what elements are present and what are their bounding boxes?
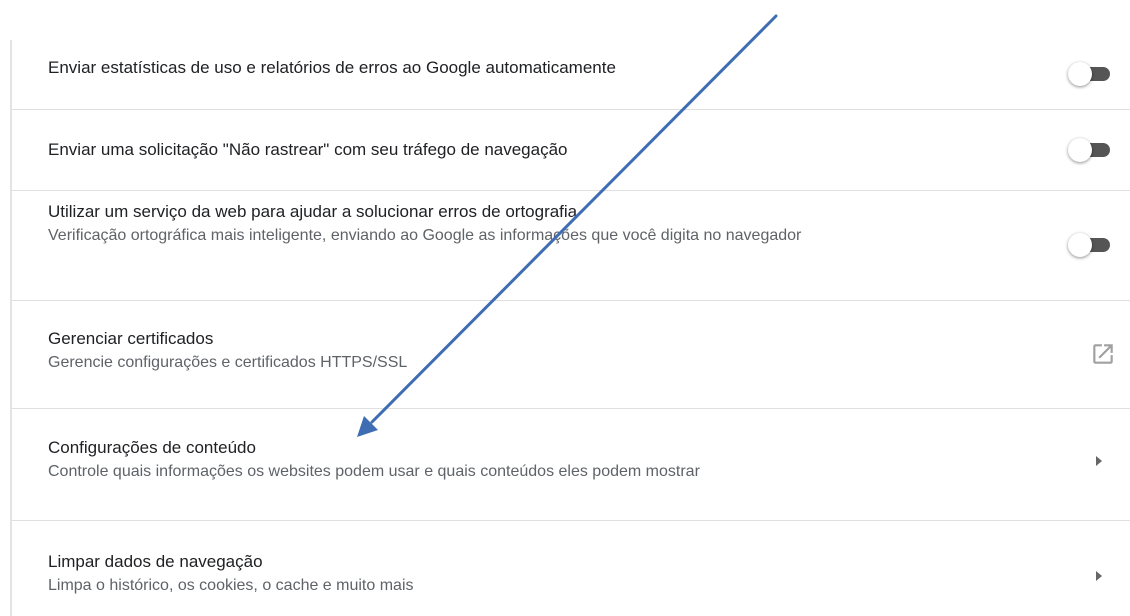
setting-row-usage-statistics[interactable]: Enviar estatísticas de uso e relatórios … xyxy=(12,40,1130,110)
setting-description: Verificação ortográfica mais inteligente… xyxy=(48,227,802,244)
setting-text: Enviar uma solicitação "Não rastrear" co… xyxy=(48,139,978,161)
setting-row-manage-certificates[interactable]: Gerenciar certificados Gerencie configur… xyxy=(12,301,1130,409)
setting-title: Enviar uma solicitação "Não rastrear" co… xyxy=(48,140,568,159)
setting-title: Enviar estatísticas de uso e relatórios … xyxy=(48,58,616,77)
setting-description: Gerencie configurações e certificados HT… xyxy=(48,354,408,371)
setting-title: Configurações de conteúdo xyxy=(48,438,256,457)
arrow-right-icon[interactable] xyxy=(1094,455,1104,467)
privacy-settings-list: Enviar estatísticas de uso e relatórios … xyxy=(12,40,1130,616)
setting-row-do-not-track[interactable]: Enviar uma solicitação "Não rastrear" co… xyxy=(12,110,1130,191)
toggle-knob xyxy=(1068,233,1092,257)
setting-title: Limpar dados de navegação xyxy=(48,552,263,571)
spell-check-toggle[interactable] xyxy=(1068,233,1112,257)
setting-text: Limpar dados de navegação Limpa o histór… xyxy=(48,551,978,599)
toggle-knob xyxy=(1068,138,1092,162)
setting-row-content-settings[interactable]: Configurações de conteúdo Controle quais… xyxy=(12,409,1130,521)
setting-title: Gerenciar certificados xyxy=(48,329,214,348)
launch-icon[interactable] xyxy=(1090,341,1116,367)
setting-title: Utilizar um serviço da web para ajudar a… xyxy=(48,202,578,221)
setting-text: Configurações de conteúdo Controle quais… xyxy=(48,437,978,485)
setting-text: Gerenciar certificados Gerencie configur… xyxy=(48,328,978,376)
toggle-knob xyxy=(1068,62,1092,86)
setting-row-clear-browsing-data[interactable]: Limpar dados de navegação Limpa o histór… xyxy=(12,521,1130,616)
arrow-right-icon[interactable] xyxy=(1094,570,1104,582)
setting-description: Limpa o histórico, os cookies, o cache e… xyxy=(48,577,414,594)
setting-row-spell-check[interactable]: Utilizar um serviço da web para ajudar a… xyxy=(12,191,1130,301)
settings-page: Enviar estatísticas de uso e relatórios … xyxy=(0,0,1130,616)
setting-description: Controle quais informações os websites p… xyxy=(48,463,700,480)
setting-text: Enviar estatísticas de uso e relatórios … xyxy=(48,57,978,79)
do-not-track-toggle[interactable] xyxy=(1068,138,1112,162)
usage-statistics-toggle[interactable] xyxy=(1068,62,1112,86)
setting-text: Utilizar um serviço da web para ajudar a… xyxy=(48,201,978,249)
